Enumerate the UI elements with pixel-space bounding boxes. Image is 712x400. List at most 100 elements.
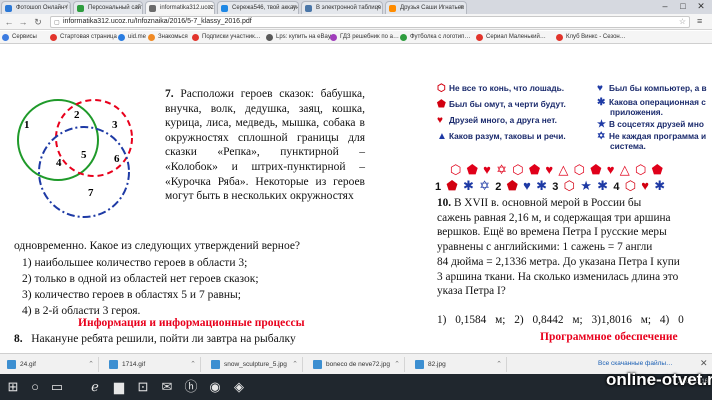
bookmark-item[interactable]: Стартовая страница: [50, 32, 117, 43]
symbol-sequence: ⬡ ⬟ ♥ ✡ ⬡ ⬟ ♥ △ ⬡ ⬟ ♥ △ ⬡ ⬟: [450, 162, 664, 177]
question-text: 84 дюйма = 2,1336 метра. До указана Петр…: [437, 255, 680, 268]
bookmark-item[interactable]: Lps: купить на eBay…: [266, 32, 337, 43]
bookmark-item[interactable]: uid.me: [118, 32, 146, 43]
legend-entry: ♥ Друзей много, а друга нет.: [437, 115, 557, 126]
browser-tab[interactable]: Сережа546, твой аккаунт ×: [217, 1, 299, 14]
task-view-icon[interactable]: ▭: [48, 378, 66, 396]
close-tab-icon[interactable]: ×: [208, 2, 212, 14]
store-icon[interactable]: ⊡: [134, 378, 152, 396]
search-icon[interactable]: ○: [26, 378, 44, 396]
bookmark-item[interactable]: Клуб Винкс - Сезон…: [556, 32, 626, 43]
download-filename: snow_sculpture_5.jpg: [224, 361, 287, 368]
chevron-up-icon[interactable]: ⌃: [394, 357, 400, 372]
bookmark-item[interactable]: ГДЗ решебник по а…: [330, 32, 399, 43]
all-downloads-link[interactable]: Все скачанные файлы…: [598, 360, 673, 367]
page-info-icon[interactable]: ▢: [54, 18, 60, 28]
legend-text: Не все то конь, что лошадь.: [449, 83, 565, 93]
legend-symbol-icon: ✱: [597, 97, 606, 108]
question-line: 3 аршина ткани. На сколько изменилась дл…: [437, 270, 712, 285]
legend-text: система.: [610, 141, 646, 151]
download-filename: 82.jpg: [428, 361, 446, 368]
symbol-group: ✱: [654, 178, 667, 193]
browser-tab[interactable]: Персональный сайт - Ин×: [73, 1, 143, 14]
minimize-icon[interactable]: –: [658, 0, 672, 12]
app-icon[interactable]: ◈: [230, 378, 248, 396]
download-item[interactable]: boneco de neve72.jpg ⌃: [310, 357, 405, 372]
download-item[interactable]: 1714.gif ⌃: [106, 357, 201, 372]
bookmark-item[interactable]: Подписки участник…: [192, 32, 261, 43]
close-tab-icon[interactable]: ×: [376, 2, 380, 14]
section-heading: Программное обеспечение: [540, 331, 678, 343]
legend-text: приложения.: [610, 107, 663, 117]
tab-label: Сережа546, твой аккаунт: [232, 5, 299, 11]
bookmark-favicon-icon: [330, 34, 337, 41]
bookmark-favicon-icon: [266, 34, 273, 41]
legend-entry: ⬟ Был бы омут, а черти будут.: [437, 99, 566, 110]
question-text: 3 аршина ткани. На сколько изменилась дл…: [437, 270, 679, 283]
question-text: указа Петра I?: [437, 285, 506, 298]
edge-browser-icon[interactable]: ℯ: [86, 378, 104, 396]
browser-tab[interactable]: В электронной таблице ×: [301, 1, 383, 14]
tab-label: Друзья Саши Игнатьев: [400, 5, 465, 11]
legend-entry: ⬡ Не все то конь, что лошадь.: [437, 83, 564, 94]
url-text: informatika312.ucoz.ru/Infoznaika/2016/5…: [63, 18, 252, 25]
bookmarks-bar: Сервисы Стартовая страница uid.me Знакомься…: [0, 31, 712, 44]
legend-entry: ♥ Был бы компьютер, а в: [597, 83, 707, 94]
back-icon[interactable]: ←: [3, 16, 15, 28]
download-item[interactable]: 82.jpg ⌃: [412, 357, 507, 372]
forward-icon[interactable]: →: [17, 16, 29, 28]
bookmark-label: Сериал Маленький…: [486, 34, 546, 40]
bookmark-label: Футболка с логотип…: [410, 34, 471, 40]
bookmark-label: Подписки участник…: [202, 34, 261, 40]
bookmark-item[interactable]: Знакомься: [148, 32, 188, 43]
file-icon: [109, 360, 118, 369]
symbol-group: ⬟: [502, 178, 524, 193]
question-text: Накануне ребята решили, пойти ли завтра …: [31, 333, 296, 345]
bookmark-favicon-icon: [50, 34, 57, 41]
chrome-icon[interactable]: ◉: [206, 378, 224, 396]
hp-icon[interactable]: ⓗ: [182, 378, 200, 396]
maximize-icon[interactable]: □: [676, 0, 690, 12]
venn-region-label: 1: [24, 119, 30, 131]
favicon-icon: [149, 5, 156, 12]
chevron-up-icon[interactable]: ⌃: [496, 357, 502, 372]
legend-entry: система.: [610, 141, 646, 151]
browser-tab[interactable]: Друзья Саши Игнатьев ×: [385, 1, 467, 14]
windows-start-icon[interactable]: ⊞: [4, 378, 22, 396]
menu-icon[interactable]: ≡: [697, 16, 702, 26]
close-icon[interactable]: ✕: [700, 358, 708, 369]
bookmark-star-icon[interactable]: ☆: [679, 17, 686, 27]
chevron-up-icon[interactable]: ⌃: [292, 357, 298, 372]
close-window-icon[interactable]: ✕: [694, 0, 708, 12]
chevron-up-icon[interactable]: ⌃: [88, 357, 94, 372]
file-explorer-icon[interactable]: ▆: [110, 378, 128, 396]
bookmark-label: ГДЗ решебник по а…: [340, 34, 399, 40]
bookmark-item[interactable]: Сервисы: [2, 32, 37, 43]
question-text: уравнены с английскими: 1 сажень = 7 анг…: [437, 241, 653, 254]
legend-symbol-icon: ▲: [437, 131, 447, 142]
download-item[interactable]: 24.gif ⌃: [4, 357, 99, 372]
close-tab-icon[interactable]: ×: [64, 2, 68, 14]
browser-tab[interactable]: informatika312.ucoz.ru/In×: [145, 1, 215, 14]
browser-tab[interactable]: Фотошоп Онлайн / Photo×: [1, 1, 71, 14]
symbol-group: ⬟: [442, 178, 463, 193]
bookmark-item[interactable]: Футболка с логотип…: [400, 32, 470, 43]
close-tab-icon[interactable]: ×: [460, 2, 464, 14]
mail-icon[interactable]: ✉: [158, 378, 176, 396]
download-item[interactable]: snow_sculpture_5.jpg ⌃: [208, 357, 303, 372]
favicon-icon: [77, 5, 84, 12]
symbol-group: ✱ ✡: [462, 178, 496, 193]
url-input[interactable]: ▢ informatika312.ucoz.ru/Infoznaika/2016…: [50, 16, 690, 28]
question-line: указа Петра I?: [437, 284, 712, 299]
reload-icon[interactable]: ↻: [32, 16, 44, 28]
tab-label: Фотошоп Онлайн / Photo: [16, 5, 70, 11]
legend-text: Не каждая программа и: [609, 131, 707, 141]
legend-entry: приложения.: [610, 107, 663, 117]
symbol-row-numbered: 1 ⬟ ✱ ✡ 2 ⬟ ♥ ✱ 3 ⬡ ★ ✱ 4 ⬡ ♥ ✱: [435, 178, 666, 194]
file-icon: [415, 360, 424, 369]
chevron-up-icon[interactable]: ⌃: [190, 357, 196, 372]
bookmark-item[interactable]: Сериал Маленький…: [476, 32, 546, 43]
close-tab-icon[interactable]: ×: [136, 2, 140, 14]
question-8: 8. Накануне ребята решили, пойти ли завт…: [14, 333, 296, 345]
close-tab-icon[interactable]: ×: [292, 2, 296, 14]
